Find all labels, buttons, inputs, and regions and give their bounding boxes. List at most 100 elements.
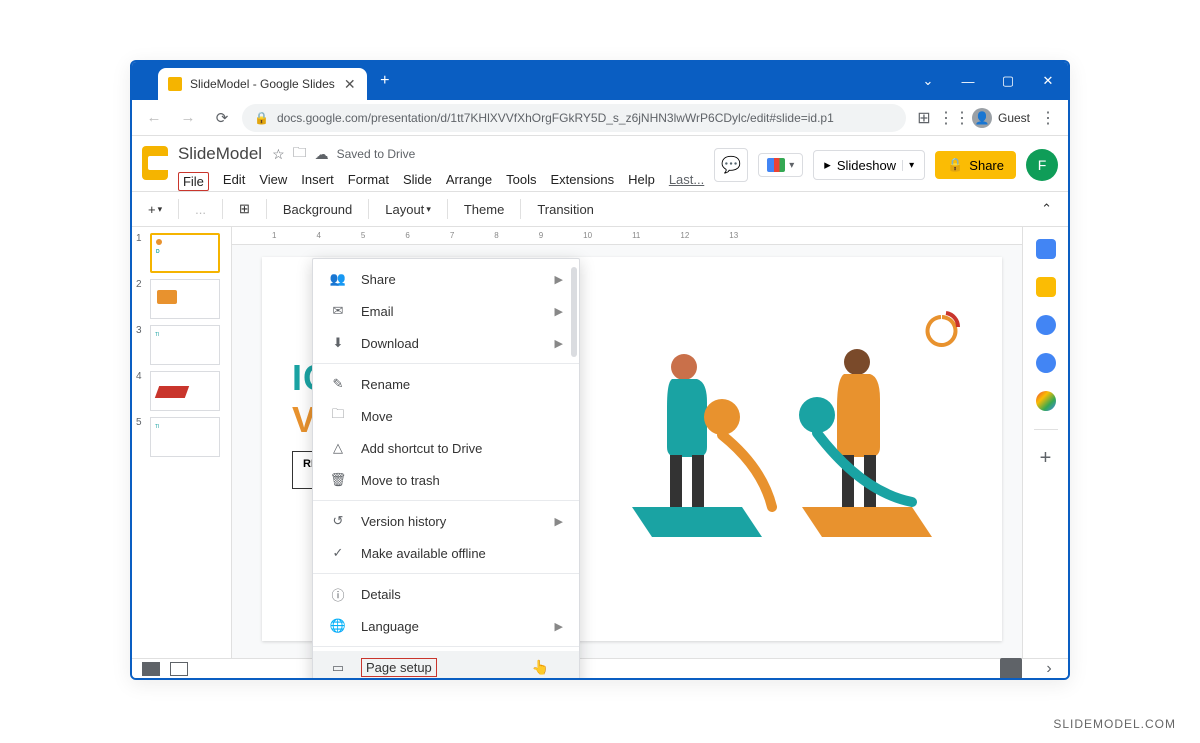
side-panel: + — [1022, 227, 1068, 661]
browser-menu-button[interactable]: ⋮ — [1036, 106, 1060, 130]
share-label: Share — [969, 158, 1004, 173]
maximize-button[interactable]: ▢ — [988, 62, 1028, 100]
cloud-icon: ☁ — [315, 146, 329, 163]
url-input[interactable]: 🔒 docs.google.com/presentation/d/1tt7KHl… — [242, 104, 906, 132]
url-text: docs.google.com/presentation/d/1tt7KHlXV… — [277, 111, 834, 125]
toolbar: + ▾ ... ⊞ Background Layout ▾ Theme Tran… — [132, 191, 1068, 227]
transition-button[interactable]: Transition — [531, 198, 600, 221]
meet-icon — [767, 158, 785, 172]
new-slide-button[interactable]: + ▾ — [142, 198, 168, 221]
menu-arrange[interactable]: Arrange — [446, 172, 492, 191]
guest-label: Guest — [998, 111, 1030, 125]
drive-icon: △ — [329, 439, 347, 457]
menu-item-page-setup[interactable]: ▭Page setup👆 — [313, 651, 579, 680]
thumbnail-3[interactable]: 3TI — [136, 325, 227, 365]
thumbnail-1[interactable]: 1D — [136, 233, 227, 273]
menu-edit[interactable]: Edit — [223, 172, 245, 191]
lock-icon: 🔒 — [947, 157, 963, 173]
workspace: 1D 2 3TI 4 5TI 145678910111213 IGITAL VI… — [132, 227, 1068, 661]
comments-button[interactable]: 💬 — [714, 148, 748, 182]
reload-button[interactable]: ⟳ — [208, 104, 236, 132]
menu-item-language[interactable]: 🌐Language▶ — [313, 610, 579, 642]
avatar-letter: F — [1038, 157, 1047, 173]
watermark: SLIDEMODEL.COM — [1053, 717, 1176, 731]
slides-logo-icon[interactable] — [142, 146, 168, 180]
share-icon: 👥 — [329, 270, 347, 288]
background-button[interactable]: Background — [277, 198, 358, 221]
filmstrip-view-icon[interactable] — [142, 662, 160, 676]
menu-file[interactable]: File — [178, 172, 209, 191]
minimize-button[interactable]: — — [948, 62, 988, 100]
profile-guest[interactable]: 👤 Guest — [972, 108, 1030, 128]
menu-item-email[interactable]: ✉Email▶ — [313, 295, 579, 327]
extensions-icon[interactable]: ⋮⋮ — [942, 106, 966, 130]
menu-item-add-shortcut[interactable]: △Add shortcut to Drive — [313, 432, 579, 464]
menu-help[interactable]: Help — [628, 172, 655, 191]
play-icon: ▸ — [824, 157, 831, 173]
thumbnail-panel: 1D 2 3TI 4 5TI — [132, 227, 232, 661]
account-avatar[interactable]: F — [1026, 149, 1058, 181]
forward-button[interactable]: → — [174, 104, 202, 132]
thumb-num: 5 — [136, 417, 146, 457]
close-window-button[interactable]: ✕ — [1028, 62, 1068, 100]
new-tab-button[interactable]: + — [373, 69, 397, 93]
titlebar: SlideModel - Google Slides ✕ + ⌄ — ▢ ✕ — [132, 62, 1068, 100]
contacts-icon[interactable] — [1036, 353, 1056, 373]
menu-item-version-history[interactable]: ↺Version history▶ — [313, 505, 579, 537]
browser-tab[interactable]: SlideModel - Google Slides ✕ — [158, 68, 367, 100]
thumb-num: 4 — [136, 371, 146, 411]
meet-button[interactable]: ▾ — [758, 153, 803, 177]
slides-favicon-icon — [168, 77, 182, 91]
menu-view[interactable]: View — [259, 172, 287, 191]
menu-format[interactable]: Format — [348, 172, 389, 191]
layout-button[interactable]: Layout ▾ — [379, 198, 437, 221]
menu-insert[interactable]: Insert — [301, 172, 334, 191]
menu-item-offline[interactable]: ✓Make available offline — [313, 537, 579, 569]
hide-panel-button[interactable]: › — [1040, 660, 1058, 678]
close-tab-icon[interactable]: ✕ — [343, 77, 357, 91]
maps-icon[interactable] — [1036, 391, 1056, 411]
menu-item-download[interactable]: ⬇Download▶ — [313, 327, 579, 359]
doc-title[interactable]: SlideModel — [178, 144, 262, 164]
menu-extensions[interactable]: Extensions — [550, 172, 614, 191]
menu-item-move-trash[interactable]: 🗑Move to trash — [313, 464, 579, 496]
thumbnail-4[interactable]: 4 — [136, 371, 227, 411]
grid-view-icon[interactable] — [170, 662, 188, 676]
download-icon: ⬇ — [329, 334, 347, 352]
star-icon[interactable]: ☆ — [272, 146, 285, 163]
text-box-button[interactable]: ⊞ — [233, 197, 256, 221]
move-folder-icon[interactable]: 🗀 — [293, 142, 307, 166]
menu-item-details[interactable]: ⓘDetails — [313, 578, 579, 610]
pencil-icon: ✎ — [329, 375, 347, 393]
slideshow-button[interactable]: ▸Slideshow▾ — [813, 150, 925, 180]
status-bar: › — [132, 658, 1068, 678]
chevron-down-icon[interactable]: ⌄ — [908, 62, 948, 100]
explore-button[interactable] — [1000, 658, 1022, 680]
menu-last-edit[interactable]: Last... — [669, 172, 704, 191]
menu-item-move[interactable]: 🗀Move — [313, 400, 579, 432]
back-button[interactable]: ← — [140, 104, 168, 132]
keep-icon[interactable] — [1036, 277, 1056, 297]
menu-item-share[interactable]: 👥Share▶ — [313, 263, 579, 295]
share-button[interactable]: 🔒 Share — [935, 151, 1016, 179]
thumbnail-2[interactable]: 2 — [136, 279, 227, 319]
menu-bar: File Edit View Insert Format Slide Arran… — [178, 166, 704, 191]
thumb-num: 2 — [136, 279, 146, 319]
saved-status: Saved to Drive — [337, 147, 416, 161]
menu-tools[interactable]: Tools — [506, 172, 536, 191]
calendar-icon[interactable] — [1036, 239, 1056, 259]
tasks-icon[interactable] — [1036, 315, 1056, 335]
globe-icon: 🌐 — [329, 617, 347, 635]
lock-icon: 🔒 — [254, 111, 269, 125]
collapse-toolbar-button[interactable]: ⌃ — [1035, 197, 1058, 221]
translate-icon[interactable]: ⊞ — [912, 106, 936, 130]
thumb-num: 3 — [136, 325, 146, 365]
thumbnail-5[interactable]: 5TI — [136, 417, 227, 457]
menu-item-rename[interactable]: ✎Rename — [313, 368, 579, 400]
theme-button[interactable]: Theme — [458, 198, 510, 221]
address-bar: ← → ⟳ 🔒 docs.google.com/presentation/d/1… — [132, 100, 1068, 136]
add-panel-button[interactable]: + — [1036, 448, 1056, 468]
docs-header: SlideModel ☆ 🗀 ☁ Saved to Drive File Edi… — [132, 136, 1068, 191]
email-icon: ✉ — [329, 302, 347, 320]
menu-slide[interactable]: Slide — [403, 172, 432, 191]
